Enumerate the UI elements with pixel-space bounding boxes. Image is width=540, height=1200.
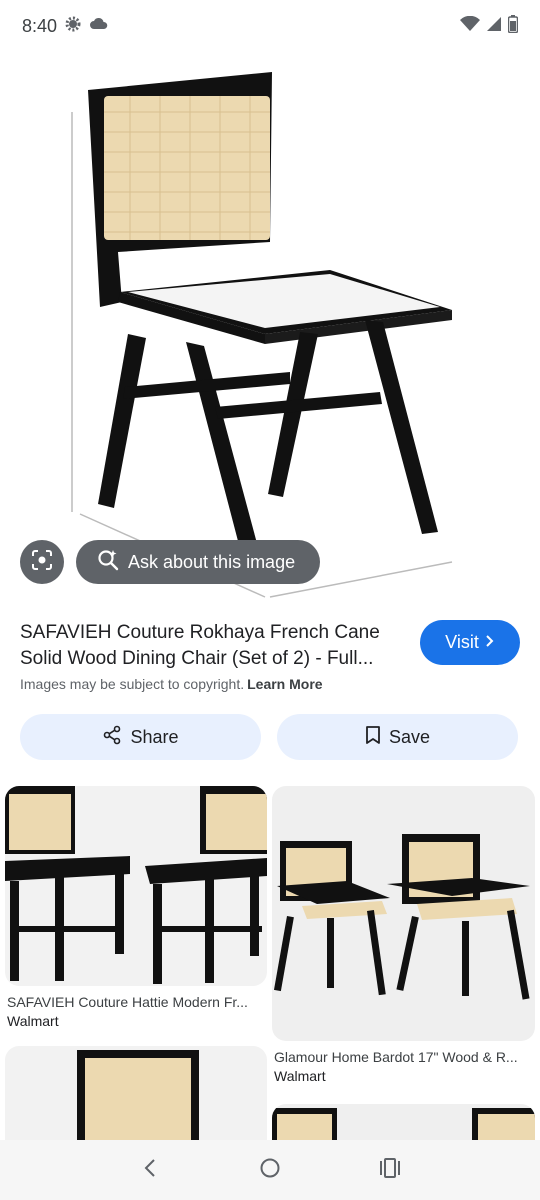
status-bar: 8:40 (0, 0, 540, 52)
share-label: Share (130, 726, 179, 747)
copyright-text: Images may be subject to copyright. (20, 676, 245, 692)
nav-back-button[interactable] (130, 1150, 170, 1190)
related-item-image (5, 786, 267, 986)
status-time: 8:40 (22, 15, 58, 36)
share-icon (102, 725, 122, 750)
status-right (460, 14, 519, 38)
related-item-title: Glamour Home Bardot 17" Wood & R... (274, 1049, 518, 1065)
related-item[interactable] (272, 1104, 535, 1140)
related-item-image (272, 786, 535, 1041)
home-circle-icon (259, 1157, 281, 1184)
related-item[interactable]: SAFAVIEH Couture Hattie Modern Fr... Wal… (5, 786, 267, 1029)
lens-icon (30, 548, 54, 577)
product-image[interactable]: Ask about this image (0, 52, 540, 607)
copyright-notice: Images may be subject to copyright. Learn… (20, 676, 323, 692)
save-label: Save (388, 726, 431, 747)
nav-recents-button[interactable] (370, 1150, 410, 1190)
lens-button[interactable] (20, 540, 64, 584)
cloud-icon (89, 16, 109, 37)
chair-illustration (71, 72, 453, 598)
related-item[interactable]: Glamour Home Bardot 17" Wood & R... Walm… (272, 786, 535, 1084)
wifi-icon (460, 15, 480, 37)
visit-button[interactable]: Visit (420, 620, 520, 665)
related-item-title: SAFAVIEH Couture Hattie Modern Fr... (7, 994, 248, 1010)
related-item[interactable] (5, 1046, 267, 1140)
back-chevron-icon (143, 1158, 157, 1183)
ask-about-image-button[interactable]: Ask about this image (76, 540, 320, 584)
related-item-image (272, 1104, 535, 1140)
ask-about-image-label: Ask about this image (128, 551, 296, 572)
result-title[interactable]: SAFAVIEH Couture Rokhaya French Cane Sol… (20, 620, 405, 672)
visit-label: Visit (445, 632, 479, 652)
learn-more-link[interactable]: Learn More (247, 676, 322, 692)
chevron-right-icon (485, 632, 495, 653)
battery-icon (507, 14, 519, 38)
recents-icon (379, 1157, 401, 1183)
system-nav-bar (0, 1140, 540, 1200)
status-left: 8:40 (22, 14, 109, 39)
related-item-source: Walmart (7, 1013, 59, 1029)
save-button[interactable]: Save (277, 714, 518, 760)
share-button[interactable]: Share (20, 714, 261, 760)
sparkle-search-icon (96, 548, 120, 577)
related-item-source: Walmart (274, 1068, 326, 1084)
settings-gear-icon (63, 14, 83, 39)
nav-home-button[interactable] (250, 1150, 290, 1190)
bookmark-icon (365, 725, 381, 750)
signal-icon (486, 16, 502, 37)
related-item-image (5, 1046, 267, 1140)
